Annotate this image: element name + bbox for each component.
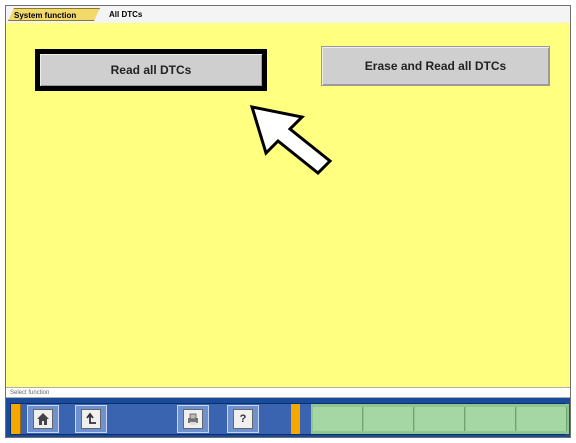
status-line: Select function xyxy=(6,387,570,398)
home-button[interactable] xyxy=(27,405,59,433)
toolbar-left-cap xyxy=(11,404,21,434)
help-icon: ? xyxy=(233,409,253,429)
pointer-hand-icon xyxy=(249,105,333,175)
printer-icon xyxy=(183,409,203,429)
help-button[interactable]: ? xyxy=(227,405,259,433)
bottom-toolbar: ? xyxy=(6,398,570,437)
tab-system-function[interactable]: System function xyxy=(8,8,100,21)
toolbar-mid-cap xyxy=(291,404,300,434)
return-arrow-icon xyxy=(81,409,101,429)
function-key-slot[interactable] xyxy=(466,407,516,431)
breadcrumb-bar: System function All DTCs xyxy=(6,6,570,24)
read-all-dtcs-button[interactable]: Read all DTCs xyxy=(35,49,267,91)
toolbar-tray: ? xyxy=(10,403,569,435)
tab-all-dtcs[interactable]: All DTCs xyxy=(104,8,185,21)
erase-and-read-all-dtcs-button[interactable]: Erase and Read all DTCs xyxy=(321,46,550,86)
function-key-bar xyxy=(311,404,569,434)
function-key-slot[interactable] xyxy=(517,407,567,431)
app-window: System function All DTCs Read all DTCs E… xyxy=(5,5,571,438)
function-key-slot[interactable] xyxy=(364,407,414,431)
home-icon xyxy=(33,409,53,429)
back-button[interactable] xyxy=(75,405,107,433)
function-key-slot[interactable] xyxy=(313,407,363,431)
print-button[interactable] xyxy=(177,405,209,433)
main-panel: Read all DTCs Erase and Read all DTCs xyxy=(6,23,570,387)
function-key-slot[interactable] xyxy=(415,407,465,431)
